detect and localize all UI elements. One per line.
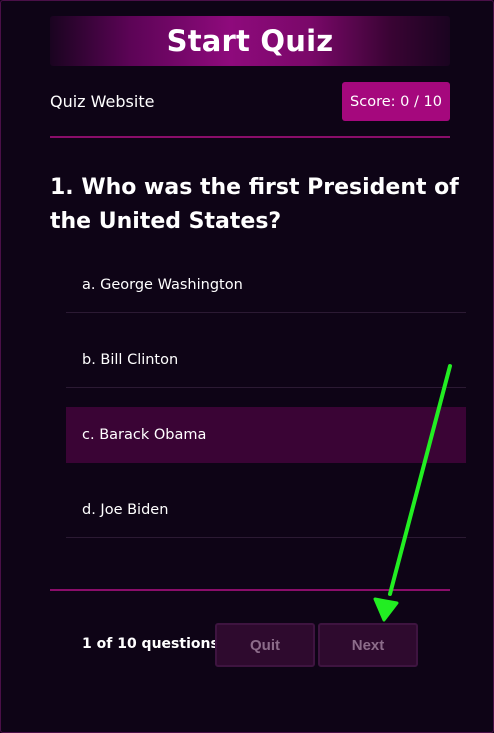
option-label: a. George Washington <box>82 276 243 293</box>
header-divider <box>50 136 450 138</box>
site-title: Quiz Website <box>50 92 155 111</box>
question-progress: 1 of 10 questions <box>82 636 219 652</box>
question-text: 1. Who was the first President of the Un… <box>50 175 459 234</box>
option-label: b. Bill Clinton <box>82 351 179 368</box>
option-d[interactable]: d. Joe Biden <box>66 482 466 538</box>
quit-button[interactable]: Quit <box>215 623 315 667</box>
quiz-title: Start Quiz <box>166 24 334 58</box>
option-label: c. Barack Obama <box>82 426 207 443</box>
score-badge: Score: 0 / 10 <box>342 82 450 121</box>
quiz-header: Start Quiz <box>50 16 450 66</box>
answer-options: a. George Washington b. Bill Clinton c. … <box>66 257 466 557</box>
quiz-container: Start Quiz Quiz Website Score: 0 / 10 1.… <box>0 0 494 733</box>
option-c[interactable]: c. Barack Obama <box>66 407 466 463</box>
next-button[interactable]: Next <box>318 623 418 667</box>
footer-divider <box>50 589 450 591</box>
option-a[interactable]: a. George Washington <box>66 257 466 313</box>
option-label: d. Joe Biden <box>82 501 169 518</box>
option-b[interactable]: b. Bill Clinton <box>66 332 466 388</box>
